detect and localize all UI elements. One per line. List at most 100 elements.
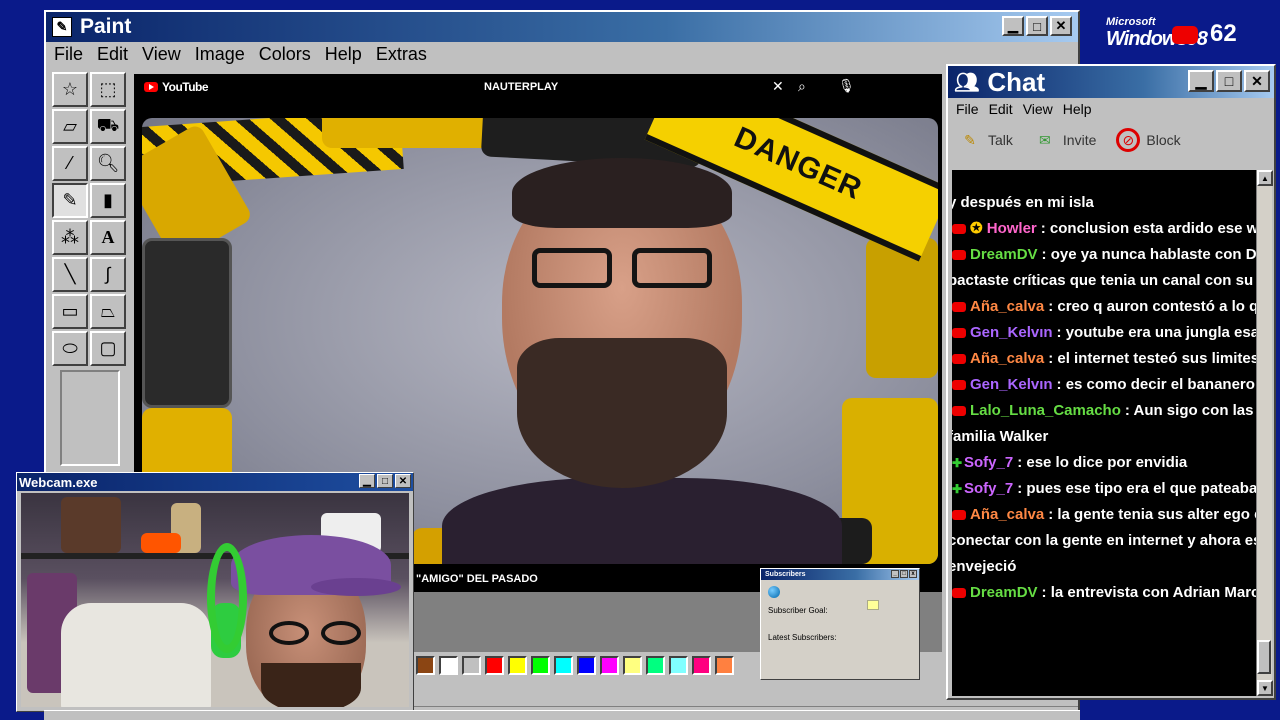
close-button[interactable]: x xyxy=(909,570,917,578)
barrel-image xyxy=(866,238,938,378)
menu-image[interactable]: Image xyxy=(195,44,245,65)
line-icon[interactable]: ╲ xyxy=(52,257,88,292)
badge-number: 62 xyxy=(1210,20,1237,47)
chat-menu-edit[interactable]: Edit xyxy=(989,101,1013,117)
menu-colors[interactable]: Colors xyxy=(259,44,311,65)
tool-options-box[interactable] xyxy=(60,370,120,466)
magnifier-icon[interactable]: 🔍︎ xyxy=(90,146,126,181)
menu-view[interactable]: View xyxy=(142,44,181,65)
maximize-button[interactable]: □ xyxy=(1216,70,1242,92)
palette-swatch[interactable] xyxy=(577,656,596,675)
subscriber-goal-label: Subscriber Goal: xyxy=(768,606,828,615)
invite-button[interactable]: ✉ Invite xyxy=(1033,128,1096,152)
minimize-button[interactable]: ▁ xyxy=(1002,16,1024,36)
ellipse-icon[interactable]: ⬭ xyxy=(52,331,88,366)
palette-swatch[interactable] xyxy=(531,656,550,675)
chat-username[interactable]: Gen_Kelvın xyxy=(970,324,1053,341)
pencil-icon[interactable]: ✎ xyxy=(52,183,88,218)
windows-logo: Microsoft Windows98 62 xyxy=(1106,16,1237,51)
palette-swatch[interactable] xyxy=(508,656,527,675)
clear-search-icon[interactable]: ✕ xyxy=(772,78,784,95)
chat-username[interactable]: Gen_Kelvın xyxy=(970,376,1053,393)
chat-message: Gen_Kelvın: youtube era una jungla esa e… xyxy=(952,320,1256,346)
youtube-search-input[interactable]: NAUTERPLAY xyxy=(484,74,558,100)
chat-toolbar: ✎ Talk ✉ Invite ⊘ Block xyxy=(948,120,1274,160)
chat-menu-view[interactable]: View xyxy=(1023,101,1053,117)
barrel-image xyxy=(142,238,232,408)
maximize-button[interactable]: □ xyxy=(377,474,393,488)
chat-text: : ese lo dice por envidia xyxy=(1017,454,1188,471)
chat-username[interactable]: Lalo_Luna_Camacho xyxy=(970,402,1121,419)
eraser-icon[interactable]: ▱ xyxy=(52,109,88,144)
close-button[interactable]: ✕ xyxy=(1244,70,1270,92)
webcam-titlebar[interactable]: Webcam.exe ▁ □ ✕ xyxy=(17,473,413,491)
chat-username[interactable]: Aña_calva xyxy=(970,350,1044,367)
menu-extras[interactable]: Extras xyxy=(376,44,427,65)
palette-swatch[interactable] xyxy=(692,656,711,675)
microphone-icon[interactable]: 🎙︎ xyxy=(838,78,855,94)
menu-edit[interactable]: Edit xyxy=(97,44,128,65)
brush-icon[interactable]: ▮ xyxy=(90,183,126,218)
chat-username[interactable]: Aña_calva xyxy=(970,298,1044,315)
text-icon[interactable]: A xyxy=(90,220,126,255)
palette-swatch[interactable] xyxy=(439,656,458,675)
minimize-button[interactable]: ▁ xyxy=(1188,70,1214,92)
rectangle-icon[interactable]: ▭ xyxy=(52,294,88,329)
moderator-badge-icon: ✪ xyxy=(970,220,987,237)
fill-bucket-icon[interactable]: ⛟ xyxy=(90,109,126,144)
search-icon[interactable]: ⌕ xyxy=(798,78,806,95)
chat-menu-file[interactable]: File xyxy=(956,101,979,117)
chat-message: ✚ Sofy_7: pues ese tipo era el que pateab… xyxy=(952,476,1256,502)
chat-titlebar[interactable]: 👥︎ Chat ▁ □ ✕ xyxy=(948,66,1274,98)
palette-swatch[interactable] xyxy=(600,656,619,675)
close-button[interactable]: ✕ xyxy=(1050,16,1072,36)
palette-swatch[interactable] xyxy=(485,656,504,675)
chat-username[interactable]: Sofy_7 xyxy=(964,454,1013,471)
chat-username[interactable]: Aña_calva xyxy=(970,506,1044,523)
airbrush-icon[interactable]: ⁂ xyxy=(52,220,88,255)
palette-swatch[interactable] xyxy=(715,656,734,675)
chat-message: DreamDV: la entrevista con Adrian Marcel xyxy=(952,580,1256,606)
maximize-button[interactable]: □ xyxy=(1026,16,1048,36)
scroll-thumb[interactable] xyxy=(1257,640,1271,674)
scroll-down-icon[interactable]: ▼ xyxy=(1257,680,1273,696)
paint-titlebar[interactable]: ✎ Paint ▁ □ ✕ xyxy=(46,12,1078,42)
polygon-icon[interactable]: ⏢ xyxy=(90,294,126,329)
palette-swatch[interactable] xyxy=(669,656,688,675)
chat-continuation: envejeció xyxy=(952,558,1017,575)
chat-text: : el internet testeó sus limites en xyxy=(1048,350,1256,367)
folder-icon xyxy=(867,600,879,610)
close-button[interactable]: ✕ xyxy=(395,474,411,488)
palette-swatch[interactable] xyxy=(554,656,573,675)
scroll-up-icon[interactable]: ▲ xyxy=(1257,170,1273,186)
rounded-rect-icon[interactable]: ▢ xyxy=(90,331,126,366)
color-picker-icon[interactable]: ⁄ xyxy=(52,146,88,181)
menu-help[interactable]: Help xyxy=(325,44,362,65)
menu-file[interactable]: File xyxy=(54,44,83,65)
minimize-button[interactable]: ▁ xyxy=(359,474,375,488)
minimize-button[interactable]: _ xyxy=(891,570,899,578)
palette-swatch[interactable] xyxy=(462,656,481,675)
chat-username[interactable]: DreamDV xyxy=(970,584,1038,601)
chat-scrollbar[interactable]: ▲ ▼ xyxy=(1256,170,1273,696)
palette-swatch[interactable] xyxy=(416,656,435,675)
free-select-icon[interactable]: ☆ xyxy=(52,72,88,107)
palette-swatch[interactable] xyxy=(623,656,642,675)
subscribers-title: Subscribers xyxy=(765,571,806,578)
palette-swatch[interactable] xyxy=(646,656,665,675)
chat-username[interactable]: Howler xyxy=(987,220,1037,237)
youtube-icon xyxy=(952,354,966,365)
chat-message: Lalo_Luna_Camacho: Aun sigo con las se xyxy=(952,398,1256,424)
chat-username[interactable]: DreamDV xyxy=(970,246,1038,263)
maximize-button[interactable]: □ xyxy=(900,570,908,578)
subscribers-titlebar[interactable]: Subscribers _ □ x xyxy=(761,569,919,580)
rect-select-icon[interactable]: ⬚ xyxy=(90,72,126,107)
chat-username[interactable]: Sofy_7 xyxy=(964,480,1013,497)
chat-log[interactable]: y después en mi isla ✪ Howler: conclusio… xyxy=(952,170,1256,696)
talk-button[interactable]: ✎ Talk xyxy=(958,128,1013,152)
twitch-icon: ✚ xyxy=(952,456,963,470)
block-button[interactable]: ⊘ Block xyxy=(1116,128,1181,152)
curve-icon[interactable]: ∫ xyxy=(90,257,126,292)
youtube-logo[interactable]: YouTube xyxy=(144,80,209,94)
chat-menu-help[interactable]: Help xyxy=(1063,101,1092,117)
